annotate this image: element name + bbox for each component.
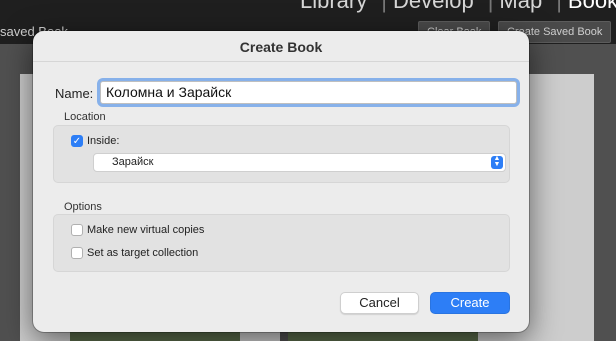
module-develop[interactable]: Develop bbox=[393, 0, 474, 13]
title-divider bbox=[33, 61, 529, 62]
location-section-label: Location bbox=[64, 111, 106, 123]
cancel-button[interactable]: Cancel bbox=[340, 292, 419, 314]
collection-select[interactable]: Зарайск ▲ ▼ bbox=[93, 153, 506, 172]
inside-checkbox[interactable]: ✓ bbox=[71, 135, 83, 147]
module-library[interactable]: Library bbox=[300, 0, 367, 13]
virtual-copies-checkbox[interactable] bbox=[71, 224, 83, 236]
name-input[interactable]: Коломна и Зарайск bbox=[100, 81, 517, 104]
create-button[interactable]: Create bbox=[430, 292, 510, 314]
inside-label: Inside: bbox=[87, 135, 120, 147]
collection-select-value: Зарайск bbox=[112, 156, 154, 168]
target-collection-checkbox[interactable] bbox=[71, 247, 83, 259]
module-map[interactable]: Map bbox=[499, 0, 542, 13]
module-separator: | bbox=[381, 0, 387, 13]
options-group bbox=[53, 214, 510, 272]
module-separator: | bbox=[556, 0, 562, 13]
module-book[interactable]: Book bbox=[568, 0, 616, 13]
module-picker: Library | Develop | Map | Book bbox=[300, 0, 616, 13]
create-book-dialog: Create Book Name: Коломна и Зарайск Loca… bbox=[33, 31, 529, 332]
options-section-label: Options bbox=[64, 201, 102, 213]
name-label: Name: bbox=[55, 86, 94, 101]
target-collection-label: Set as target collection bbox=[87, 247, 199, 259]
chevron-updown-icon: ▲ ▼ bbox=[491, 155, 503, 169]
module-separator: | bbox=[487, 0, 494, 13]
virtual-copies-label: Make new virtual copies bbox=[87, 224, 205, 236]
dialog-title: Create Book bbox=[239, 39, 323, 55]
